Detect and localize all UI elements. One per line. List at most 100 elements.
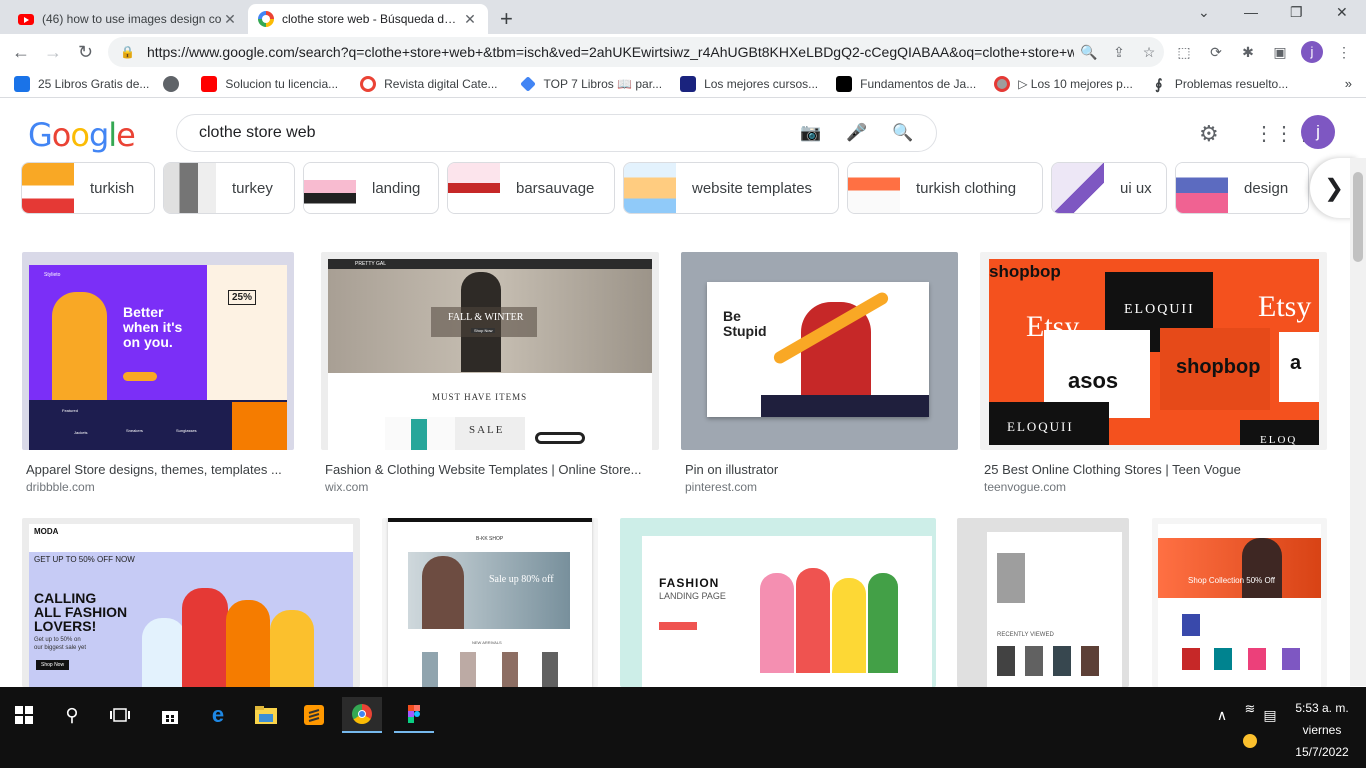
microphone-icon[interactable]: 🎤: [834, 123, 880, 143]
chip-turkish[interactable]: turkish: [21, 162, 155, 214]
chip-barsauvage[interactable]: barsauvage: [447, 162, 615, 214]
camera-icon[interactable]: 📷: [788, 123, 834, 143]
logo-text: Etsy: [1258, 290, 1312, 323]
chip-ui-ux[interactable]: ui ux: [1051, 162, 1167, 214]
bookmark-item[interactable]: ∮ Problemas resuelto...: [1151, 76, 1288, 92]
maximize-button[interactable]: ❐: [1290, 4, 1303, 21]
task-view-icon[interactable]: [100, 697, 140, 733]
result-title[interactable]: Fashion & Clothing Website Templates | O…: [325, 462, 659, 477]
mock-glasses: [535, 432, 585, 444]
search-box[interactable]: clothe store web 📷 🎤 🔍: [176, 114, 937, 152]
result-title[interactable]: Apparel Store designs, themes, templates…: [26, 462, 294, 477]
chip-website-templates[interactable]: website templates: [623, 162, 839, 214]
profile-avatar[interactable]: j: [1301, 41, 1323, 63]
bookmark-item[interactable]: Revista digital Cate...: [360, 75, 498, 92]
clock-time: 5:53 a. m.: [1295, 701, 1349, 715]
url-text[interactable]: https://www.google.com/search?q=clothe+s…: [147, 44, 1074, 60]
image-result[interactable]: MODA GET UP TO 50% OFF NOW CALLING ALL F…: [22, 518, 360, 687]
close-icon[interactable]: ✕: [462, 11, 478, 28]
sync-extension-icon[interactable]: ⟳: [1208, 44, 1224, 60]
windows-taskbar: ⚲ e ∧ ≋ ▤: [0, 687, 1366, 768]
result-source[interactable]: teenvogue.com: [984, 480, 1066, 494]
forward-button[interactable]: →: [44, 42, 62, 63]
result-thumbnail[interactable]: B-KK SHOP Sale up 80% off NEW ARRIVALS: [382, 518, 598, 687]
extensions-puzzle-icon[interactable]: ✱: [1240, 44, 1256, 60]
account-avatar[interactable]: j: [1301, 115, 1335, 149]
result-title[interactable]: 25 Best Online Clothing Stores | Teen Vo…: [984, 462, 1327, 477]
search-icon[interactable]: ⚲: [52, 697, 92, 733]
result-thumbnail[interactable]: Shop Collection 50% Off: [1152, 518, 1327, 687]
google-logo[interactable]: Google: [28, 116, 136, 154]
result-title[interactable]: Pin on illustrator: [685, 462, 958, 477]
brand-text: Stylieto: [44, 272, 61, 278]
lock-icon[interactable]: 🔒: [120, 45, 135, 59]
file-explorer-icon[interactable]: [246, 697, 286, 733]
result-source[interactable]: wix.com: [325, 480, 368, 494]
headline-text: on you.: [123, 334, 173, 350]
result-thumbnail[interactable]: RECENTLY VIEWED: [957, 518, 1129, 687]
search-icon[interactable]: 🔍: [880, 123, 926, 143]
featured-text: Featured: [62, 408, 79, 413]
result-source[interactable]: pinterest.com: [685, 480, 757, 494]
figma-icon[interactable]: [394, 697, 434, 733]
close-window-button[interactable]: ✕: [1336, 4, 1348, 21]
settings-gear-icon[interactable]: ⚙: [1199, 121, 1219, 147]
store-icon[interactable]: [150, 697, 190, 733]
image-result[interactable]: shopbop Etsy ELOQUII Etsy asos shopbop a…: [980, 252, 1327, 494]
menu-kebab-icon[interactable]: ⋮: [1336, 44, 1352, 60]
tab-search-icon[interactable]: ⌄: [1198, 4, 1210, 21]
image-result[interactable]: Be Stupid Pin on illustrator pinterest.c…: [681, 252, 958, 494]
new-tab-button[interactable]: +: [500, 6, 513, 32]
reload-button[interactable]: ↻: [78, 42, 93, 63]
chrome-icon[interactable]: [342, 697, 382, 733]
share-icon[interactable]: ⇪: [1104, 44, 1134, 61]
image-result[interactable]: Shop Collection 50% Off: [1152, 518, 1327, 687]
result-thumbnail[interactable]: Stylieto Better when it's on you. 25% Fe…: [22, 252, 294, 450]
brand-text: B-KK SHOP: [476, 536, 504, 542]
result-thumbnail[interactable]: PRETTY GAL FALL & WINTER Shop Now MUST H…: [321, 252, 659, 450]
image-result[interactable]: FASHION LANDING PAGE: [620, 518, 936, 687]
bookmark-item[interactable]: TOP 7 Libros 📖 par...: [519, 75, 662, 92]
google-icon: [258, 11, 274, 27]
search-input[interactable]: clothe store web: [199, 124, 788, 142]
bookmark-item[interactable]: 25 Libros Gratis de...: [14, 75, 149, 92]
result-thumbnail[interactable]: shopbop Etsy ELOQUII Etsy asos shopbop a…: [980, 252, 1327, 450]
image-result[interactable]: RECENTLY VIEWED: [957, 518, 1129, 687]
minimize-button[interactable]: —: [1244, 4, 1258, 20]
chip-turkey[interactable]: turkey: [163, 162, 295, 214]
taskbar-clock[interactable]: 5:53 a. m. viernes 15/7/2022: [1284, 697, 1360, 763]
result-thumbnail[interactable]: FASHION LANDING PAGE: [620, 518, 936, 687]
logo-text: shopbop: [1176, 356, 1261, 378]
close-icon[interactable]: ✕: [222, 11, 238, 28]
bookmark-item[interactable]: ▷ Los 10 mejores p...: [994, 75, 1133, 92]
side-panel-icon[interactable]: ▣: [1272, 44, 1288, 60]
back-button[interactable]: ←: [12, 42, 30, 63]
image-result[interactable]: B-KK SHOP Sale up 80% off NEW ARRIVALS: [382, 518, 598, 687]
zoom-icon[interactable]: 🔍: [1074, 44, 1104, 61]
chip-landing[interactable]: landing: [303, 162, 439, 214]
bookmark-item[interactable]: Solucion tu licencia...: [201, 75, 338, 92]
tab-title: clothe store web - Búsqueda de Google: [282, 12, 462, 26]
image-result[interactable]: Stylieto Better when it's on you. 25% Fe…: [22, 252, 294, 494]
tab-google-search[interactable]: clothe store web - Búsqueda de Google ✕: [248, 4, 488, 34]
result-thumbnail[interactable]: Be Stupid: [681, 252, 958, 450]
chip-turkish-clothing[interactable]: turkish clothing: [847, 162, 1043, 214]
pdf-extension-icon[interactable]: ⬚: [1176, 44, 1192, 60]
image-result[interactable]: PRETTY GAL FALL & WINTER Shop Now MUST H…: [321, 252, 659, 494]
windows-start-icon[interactable]: [4, 697, 44, 733]
outlook-icon: [14, 75, 30, 92]
result-source[interactable]: dribbble.com: [26, 480, 95, 494]
chip-design[interactable]: design: [1175, 162, 1309, 214]
bookmark-item[interactable]: Fundamentos de Ja...: [836, 75, 976, 92]
tab-youtube[interactable]: (46) how to use images design co ✕: [8, 4, 248, 34]
more-bookmarks-icon[interactable]: »: [1345, 76, 1352, 91]
bookmark-item[interactable]: Los mejores cursos...: [680, 75, 818, 92]
bookmark-star-icon[interactable]: ☆: [1134, 44, 1164, 61]
address-bar[interactable]: 🔒 https://www.google.com/search?q=clothe…: [108, 37, 1164, 67]
sublime-text-icon[interactable]: [294, 697, 334, 733]
edge-icon[interactable]: e: [198, 697, 238, 733]
result-thumbnail[interactable]: MODA GET UP TO 50% OFF NOW CALLING ALL F…: [22, 518, 360, 687]
bookmark-item[interactable]: [163, 75, 187, 92]
headline-text: LANDING PAGE: [659, 591, 726, 601]
scrollbar-thumb[interactable]: [1353, 172, 1363, 262]
